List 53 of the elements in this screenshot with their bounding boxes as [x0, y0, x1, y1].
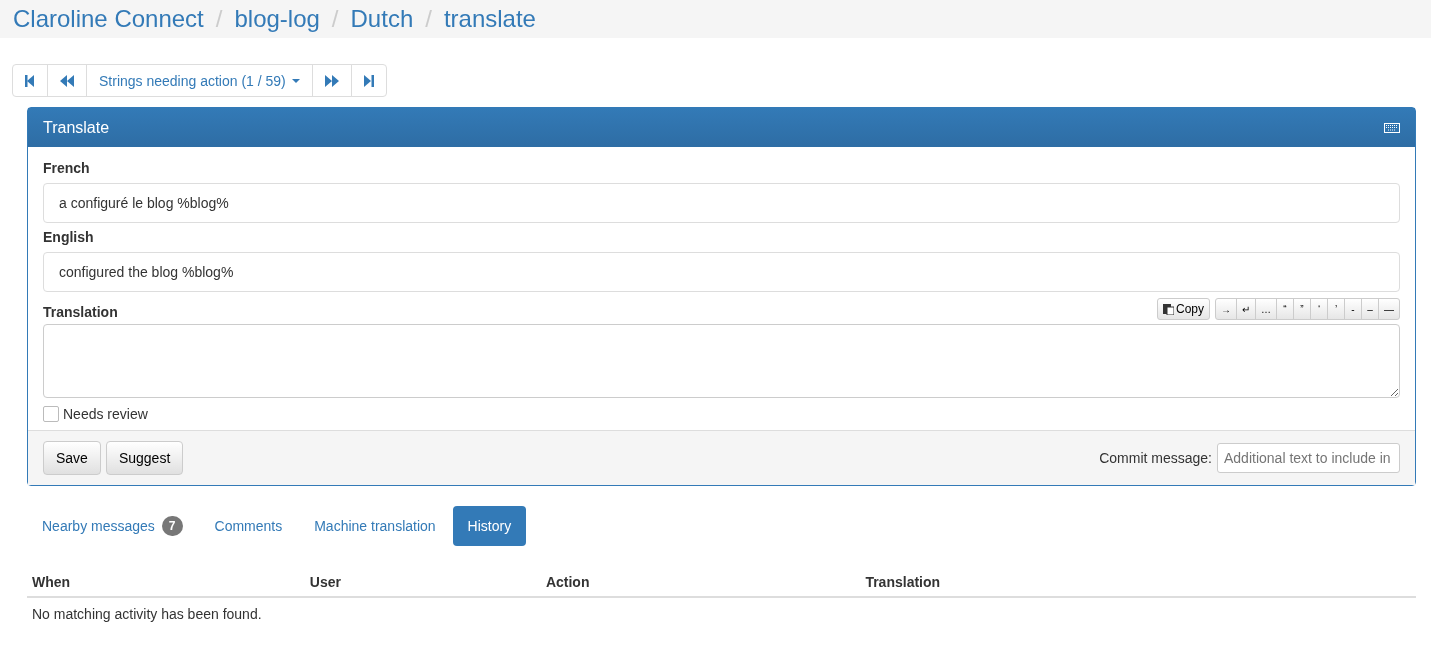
- column-header: When: [27, 566, 305, 597]
- breadcrumb-link[interactable]: blog-log: [234, 5, 320, 33]
- commit-input[interactable]: Additional text to include in: [1217, 443, 1400, 473]
- breadcrumb-separator: /: [425, 5, 432, 33]
- source-text: configured the blog %blog%: [43, 252, 1400, 292]
- commit-label: Commit message:: [1099, 450, 1212, 466]
- last-button[interactable]: [350, 64, 387, 97]
- column-header: Translation: [860, 566, 1416, 597]
- language-label: English: [43, 229, 95, 245]
- insert-character-button[interactable]: –: [1361, 298, 1379, 320]
- first-button[interactable]: [12, 64, 48, 97]
- language-label: French: [43, 160, 91, 176]
- translation-label: Translation: [43, 304, 118, 320]
- breadcrumb-separator: /: [331, 5, 339, 33]
- action-button[interactable]: Suggest: [105, 441, 184, 475]
- breadcrumb-link[interactable]: Claroline Connect: [13, 5, 204, 33]
- insert-character-button[interactable]: ’: [1327, 298, 1345, 320]
- source-text: a configuré le blog %blog%: [43, 183, 1400, 223]
- insert-character-button[interactable]: ↵: [1236, 298, 1256, 320]
- insert-character-button[interactable]: -: [1344, 298, 1362, 320]
- caret-icon: [291, 78, 300, 83]
- breadcrumb-separator: /: [215, 5, 223, 33]
- last-icon: [363, 74, 374, 87]
- tab[interactable]: Machine translation: [299, 506, 451, 546]
- column-header: User: [304, 566, 541, 597]
- insert-character-button[interactable]: …: [1255, 298, 1277, 320]
- needs-review-checkbox[interactable]: [43, 406, 59, 422]
- breadcrumb-link[interactable]: translate: [443, 5, 536, 33]
- action-button[interactable]: Save: [43, 441, 101, 475]
- filter-dropdown[interactable]: Strings needing action (1 / 59): [86, 64, 313, 97]
- tab[interactable]: Nearby messages 7: [27, 506, 198, 546]
- translation-input[interactable]: [43, 324, 1400, 398]
- count-badge: 7: [161, 516, 183, 536]
- insert-character-button[interactable]: —: [1378, 298, 1400, 320]
- first-icon: [25, 74, 35, 87]
- clipboard-icon: [1163, 303, 1174, 315]
- tab[interactable]: Comments: [199, 506, 298, 546]
- copy-button[interactable]: Copy: [1157, 298, 1210, 320]
- panel-title: Translate: [43, 118, 110, 137]
- keyboard-icon[interactable]: [1384, 122, 1400, 133]
- next-button[interactable]: [311, 64, 352, 97]
- fast-forward-icon: [324, 74, 339, 87]
- rewind-icon: [60, 74, 74, 87]
- previous-button[interactable]: [47, 64, 87, 97]
- needs-review-label: Needs review: [63, 406, 148, 422]
- breadcrumb-link[interactable]: Dutch: [350, 5, 414, 33]
- insert-character-button[interactable]: ‘: [1310, 298, 1328, 320]
- insert-character-button[interactable]: →: [1215, 298, 1237, 320]
- insert-character-button[interactable]: ”: [1293, 298, 1311, 320]
- empty-message: No matching activity has been found.: [27, 597, 1416, 630]
- tab[interactable]: History: [452, 506, 527, 546]
- column-header: Action: [540, 566, 861, 597]
- insert-character-button[interactable]: “: [1276, 298, 1294, 320]
